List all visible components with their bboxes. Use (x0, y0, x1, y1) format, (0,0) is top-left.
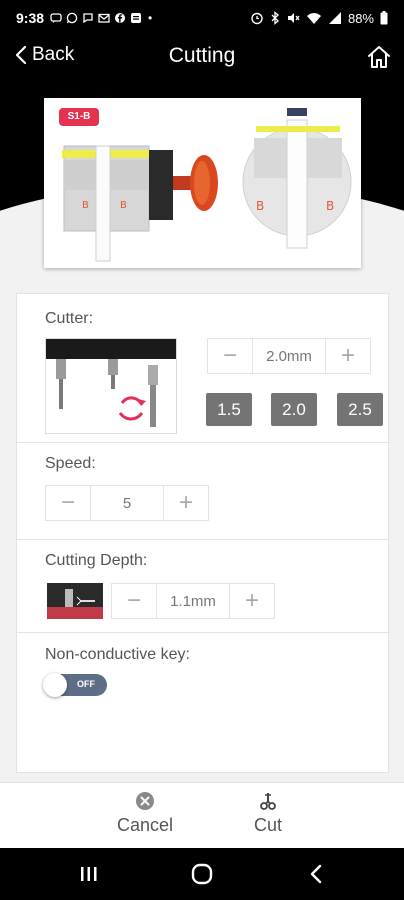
page-title: Cutting (168, 44, 236, 67)
cancel-label: Cancel (117, 815, 174, 835)
speed-stepper: − 5 + (45, 485, 209, 521)
cut-label: Cut (254, 815, 283, 835)
cutting-settings-panel: Cutter: − 2.0mm + 1.5 2.0 2.5 Speed: − 5… (16, 293, 390, 773)
close-circle-icon (136, 792, 155, 810)
cutter-increase-button[interactable]: + (326, 339, 370, 373)
non-conductive-label: Non-conductive key: (45, 646, 190, 663)
cutter-preset-2-5[interactable]: 2.5 (337, 393, 383, 426)
chat-icon (83, 13, 93, 24)
key-image-card: S1-B B B B B (44, 98, 361, 268)
home-nav-button[interactable] (187, 862, 217, 886)
cancel-button[interactable]: Cancel (117, 791, 173, 836)
speed-value: 5 (90, 486, 164, 520)
svg-text:B: B (120, 200, 127, 211)
home-icon[interactable] (366, 44, 392, 70)
cutting-depth-illustration (47, 583, 103, 619)
cut-icon (260, 793, 276, 810)
cutting-depth-stepper: − 1.1mm + (111, 583, 275, 619)
divider (17, 442, 390, 443)
svg-text:B: B (256, 199, 264, 213)
status-time: 9:38 (16, 10, 45, 26)
cutter-illustration (45, 338, 177, 434)
non-conductive-toggle[interactable]: OFF (43, 673, 107, 697)
status-right: 88% (250, 11, 388, 26)
svg-text:B: B (326, 199, 334, 213)
cutter-diagram-icon (46, 339, 176, 427)
svg-text:B: B (82, 200, 89, 211)
action-bar: Cancel Cut (0, 782, 404, 848)
cutter-decrease-button[interactable]: − (208, 339, 252, 373)
status-left: 9:38 • (16, 10, 152, 26)
speed-label: Speed: (45, 455, 96, 472)
news-icon (131, 13, 142, 23)
recent-apps-icon (81, 867, 97, 881)
whatsapp-icon (66, 12, 78, 24)
toggle-state-text: OFF (77, 679, 95, 689)
cutter-preset-1-5[interactable]: 1.5 (206, 393, 252, 426)
battery-percent: 88% (347, 10, 374, 26)
home-circle-icon (191, 863, 213, 885)
cutter-label: Cutter: (45, 310, 94, 327)
notification-icons (50, 12, 142, 24)
status-dot: • (148, 11, 153, 25)
cutting-depth-label: Cutting Depth: (45, 552, 148, 569)
message-icon (50, 13, 62, 23)
mute-icon (287, 13, 300, 23)
signal-icon (328, 12, 341, 24)
back-nav-button[interactable] (301, 862, 331, 886)
cutter-size-value: 2.0mm (252, 339, 326, 373)
system-nav-bar (0, 848, 404, 900)
alarm-icon (251, 12, 263, 25)
app-header: Back Cutting (0, 38, 404, 78)
cutting-depth-value: 1.1mm (156, 584, 230, 618)
wifi-icon (306, 13, 321, 24)
status-bar: 9:38 • 88% (0, 0, 404, 36)
speed-increase-button[interactable]: + (164, 486, 208, 520)
cutter-size-stepper: − 2.0mm + (207, 338, 371, 374)
depth-decrease-button[interactable]: − (112, 584, 156, 618)
battery-icon (380, 11, 388, 25)
facebook-icon (115, 13, 126, 23)
depth-increase-button[interactable]: + (230, 584, 274, 618)
cutter-preset-2-0[interactable]: 2.0 (271, 393, 317, 426)
key-clamp-illustration: B B B B (62, 108, 352, 262)
speed-decrease-button[interactable]: − (46, 486, 90, 520)
gmail-icon (98, 13, 110, 23)
back-nav-icon (310, 864, 322, 884)
cut-button[interactable]: Cut (254, 791, 282, 836)
recent-apps-button[interactable] (74, 862, 104, 886)
toggle-knob (43, 673, 67, 697)
divider (17, 632, 390, 633)
divider (17, 539, 390, 540)
bluetooth-icon (271, 11, 279, 25)
